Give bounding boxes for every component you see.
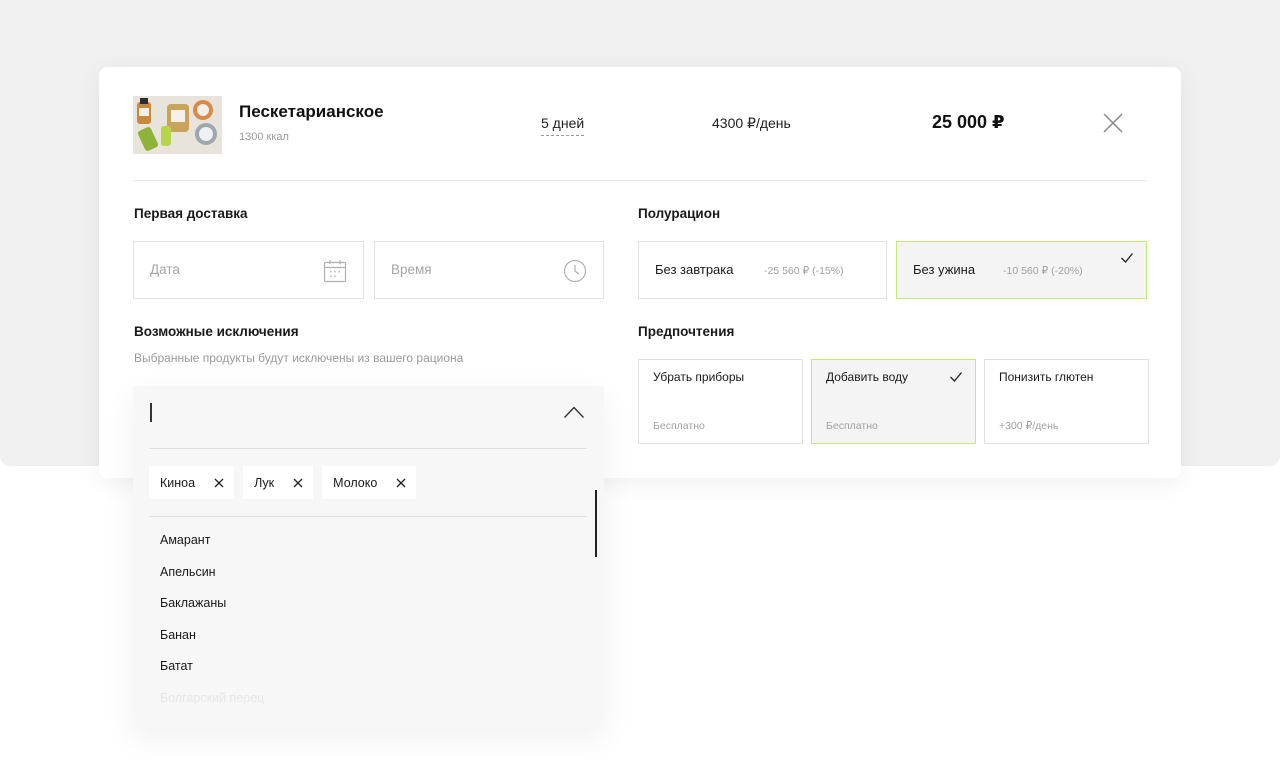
chevron-up-icon[interactable] (563, 405, 585, 424)
pref-label: Понизить глютен (999, 370, 1094, 384)
exclusions-search-input[interactable] (149, 386, 587, 449)
pref-label: Убрать приборы (653, 370, 745, 384)
list-item[interactable]: Амарант (160, 532, 264, 564)
remove-icon[interactable] (213, 477, 225, 489)
delivery-title: Первая доставка (134, 206, 248, 221)
exclusions-dropdown: Киноа Лук Молоко Амарант Апельсин Баклаж… (133, 386, 604, 728)
chip-label: Киноа (160, 475, 196, 490)
exclusions-list: Амарант Апельсин Баклажаны Банан Батат Б… (160, 532, 264, 722)
product-kcal: 1300 ккал (239, 131, 289, 143)
time-field[interactable]: Время (374, 241, 604, 299)
pref-add-water[interactable]: Добавить воду Бесплатно (811, 359, 976, 444)
half-ration-title: Полурацион (638, 206, 721, 221)
exclusions-subtitle: Выбранные продукты будут исключены из ва… (134, 351, 464, 365)
chip-onion: Лук (243, 466, 314, 499)
price-per-day: 4300 ₽/день (712, 115, 791, 131)
date-placeholder: Дата (150, 262, 180, 277)
pref-label: Добавить воду (826, 370, 909, 384)
list-item[interactable]: Апельсин (160, 564, 264, 596)
pref-reduce-gluten[interactable]: Понизить глютен +300 ₽/день (984, 359, 1149, 444)
close-icon[interactable] (1101, 111, 1125, 135)
text-cursor (150, 403, 152, 422)
chip-label: Лук (254, 475, 275, 490)
list-item[interactable]: Банан (160, 627, 264, 659)
chip-milk: Молоко (322, 466, 417, 499)
pref-price: Бесплатно (826, 420, 878, 432)
check-icon (1120, 251, 1134, 269)
clock-icon[interactable] (563, 259, 587, 288)
scrollbar-thumb[interactable] (595, 490, 597, 557)
preferences-title: Предпочтения (638, 324, 735, 339)
option-price: -10 560 ₽ (-20%) (1003, 265, 1083, 277)
time-placeholder: Время (391, 262, 432, 277)
date-field[interactable]: Дата (133, 241, 364, 299)
days-selector[interactable]: 5 дней (541, 115, 585, 136)
pref-price: Бесплатно (653, 420, 705, 432)
chip-label: Молоко (333, 475, 378, 490)
option-label: Без ужина (913, 262, 976, 277)
chip-quinoa: Киноа (149, 466, 235, 499)
dropdown-divider (149, 516, 587, 517)
check-icon (949, 370, 963, 388)
list-item[interactable]: Батат (160, 658, 264, 690)
total-price: 25 000 ₽ (932, 112, 1005, 132)
product-image (133, 96, 222, 154)
product-name: Пескетарианское (239, 102, 384, 121)
pref-remove-cutlery[interactable]: Убрать приборы Бесплатно (638, 359, 803, 444)
list-item[interactable]: Болгарский перец (160, 690, 264, 722)
remove-icon[interactable] (292, 477, 304, 489)
list-item[interactable]: Баклажаны (160, 595, 264, 627)
header-divider (133, 180, 1147, 181)
option-no-breakfast[interactable]: Без завтрака -25 560 ₽ (-15%) (638, 241, 887, 299)
calendar-icon[interactable] (323, 259, 347, 288)
option-price: -25 560 ₽ (-15%) (764, 265, 844, 277)
option-label: Без завтрака (655, 262, 734, 277)
pref-price: +300 ₽/день (999, 420, 1059, 432)
remove-icon[interactable] (395, 477, 407, 489)
selected-exclusions: Киноа Лук Молоко (149, 466, 417, 499)
exclusions-title: Возможные исключения (134, 324, 299, 339)
option-no-dinner[interactable]: Без ужина -10 560 ₽ (-20%) (896, 241, 1147, 299)
